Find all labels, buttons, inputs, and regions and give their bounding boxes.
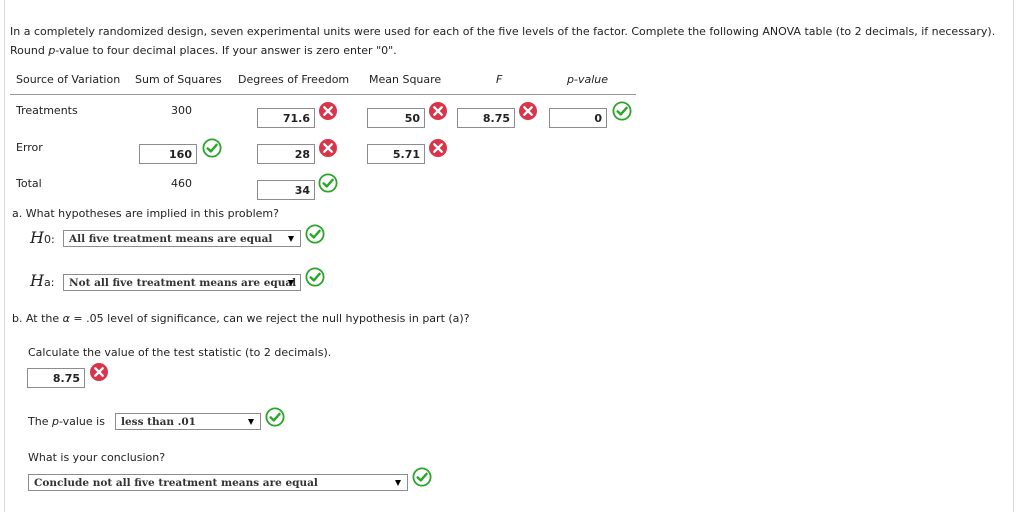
ha-select[interactable]: Not all five treatment means are equal <box>63 274 301 291</box>
row-label-treatments: Treatments <box>16 104 78 117</box>
ha-symbol: H <box>30 271 44 290</box>
h0-symbol: H <box>30 228 44 247</box>
check-circle-icon <box>318 173 338 193</box>
treatments-ms-input[interactable]: 50 <box>367 108 425 128</box>
p-value-suffix: -value is <box>58 415 105 428</box>
check-circle-icon <box>265 407 285 427</box>
check-circle-icon <box>612 101 632 121</box>
header-mean-square: Mean Square <box>369 73 442 86</box>
h0-select[interactable]: All five treatment means are equal <box>63 230 301 247</box>
conclusion-selected: Conclude not all five treatment means ar… <box>34 477 318 489</box>
check-circle-icon <box>305 267 325 287</box>
alpha-symbol: α <box>62 312 70 325</box>
header-divider <box>10 94 636 95</box>
part-b-question: b. At the α = .05 level of significance,… <box>12 312 470 325</box>
intro-text-2: -value to four decimal places. If your a… <box>55 44 397 57</box>
treatments-f-input[interactable]: 8.75 <box>457 108 515 128</box>
part-a-question: a. What hypotheses are implied in this p… <box>12 207 279 220</box>
header-f: F <box>496 73 503 86</box>
ha-label: Ha: <box>30 271 54 290</box>
p-value-prefix: The <box>28 415 52 428</box>
p-value-select[interactable]: less than .01 <box>115 413 261 430</box>
p-value-italic-p: p <box>51 415 59 428</box>
h0-label: H0: <box>30 228 55 247</box>
total-ss-value: 460 <box>171 177 192 190</box>
chevron-down-icon <box>395 480 401 486</box>
row-label-error: Error <box>16 141 43 154</box>
test-statistic-input[interactable]: 8.75 <box>27 368 85 388</box>
header-p-value: p-value <box>567 73 608 86</box>
row-label-total: Total <box>16 177 42 190</box>
x-circle-icon <box>429 139 447 157</box>
error-ms-input[interactable]: 5.71 <box>367 144 425 164</box>
x-circle-icon <box>519 102 537 120</box>
h0-selected-value: All five treatment means are equal <box>69 233 273 245</box>
error-df-input[interactable]: 28 <box>257 144 315 164</box>
p-value-selected: less than .01 <box>121 416 196 428</box>
total-df-input[interactable]: 34 <box>257 180 315 200</box>
calc-prompt: Calculate the value of the test statisti… <box>28 346 332 359</box>
conclusion-prompt: What is your conclusion? <box>28 451 166 464</box>
ha-selected-value: Not all five treatment means are equal <box>69 277 297 289</box>
check-circle-icon <box>412 467 432 487</box>
conclusion-select[interactable]: Conclude not all five treatment means ar… <box>28 474 408 491</box>
p-value-prompt: The p-value is <box>28 415 105 428</box>
error-ss-input[interactable]: 160 <box>139 144 197 164</box>
h0-subscript: 0: <box>43 233 55 246</box>
chevron-down-icon <box>288 280 294 286</box>
question-intro: In a completely randomized design, seven… <box>10 22 1000 60</box>
header-degrees-of-freedom: Degrees of Freedom <box>238 73 350 86</box>
x-circle-icon <box>319 102 337 120</box>
treatments-df-input[interactable]: 71.6 <box>257 108 315 128</box>
chevron-down-icon <box>248 419 254 425</box>
header-source: Source of Variation <box>16 73 121 86</box>
check-circle-icon <box>305 224 325 244</box>
part-b-suffix: = .05 level of significance, can we reje… <box>69 312 470 325</box>
header-sum-of-squares: Sum of Squares <box>135 73 222 86</box>
x-circle-icon <box>429 102 447 120</box>
check-circle-icon <box>202 138 222 158</box>
x-circle-icon <box>90 363 108 381</box>
treatments-p-value-input[interactable]: 0 <box>549 108 607 128</box>
chevron-down-icon <box>288 236 294 242</box>
part-b-prefix: b. At the <box>12 312 63 325</box>
ha-subscript: a: <box>43 276 55 289</box>
x-circle-icon <box>319 139 337 157</box>
treatments-ss-value: 300 <box>171 104 192 117</box>
